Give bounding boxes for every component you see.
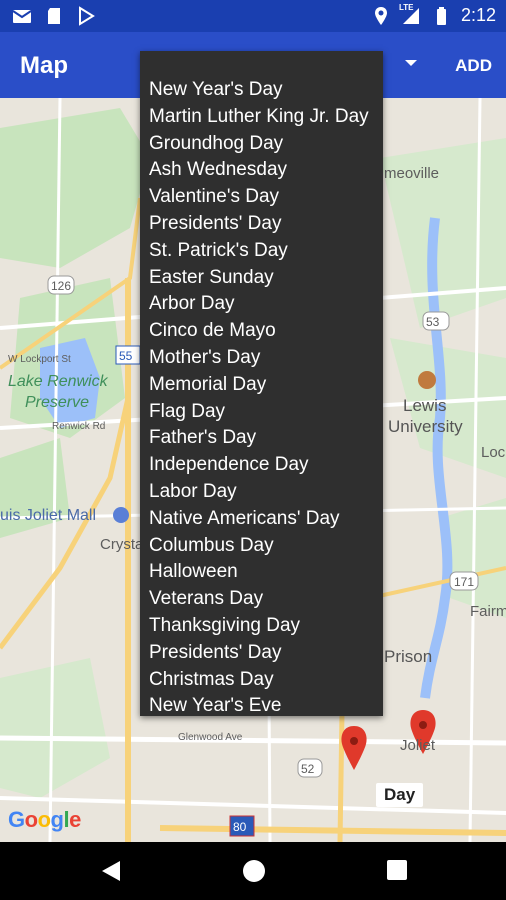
menu-item-holiday[interactable]: Labor Day — [140, 479, 383, 506]
lock-label: Lock — [481, 444, 506, 461]
menu-item-holiday[interactable]: Halloween — [140, 559, 383, 586]
menu-item-holiday[interactable]: Mother's Day — [140, 345, 383, 372]
recents-icon[interactable] — [386, 859, 408, 881]
menu-item-holiday[interactable]: Cinco de Mayo — [140, 318, 383, 345]
network-type-label: LTE — [398, 2, 414, 12]
route-126-label: 126 — [51, 279, 72, 293]
menu-item-holiday[interactable]: Columbus Day — [140, 533, 383, 560]
lake-renwick-label: Lake Renwick — [8, 373, 108, 390]
menu-item-holiday[interactable]: Groundhog Day — [140, 131, 383, 158]
menu-item-holiday[interactable]: Easter Sunday — [140, 265, 383, 292]
preserve-label: Preserve — [25, 394, 90, 411]
meoville-label: meoville — [384, 165, 440, 182]
google-logo: Google — [8, 807, 81, 832]
crysta-label: Crysta — [100, 536, 144, 553]
menu-item-holiday[interactable]: Ash Wednesday — [140, 157, 383, 184]
home-icon[interactable] — [242, 859, 266, 883]
menu-item-holiday[interactable]: New Year's Eve — [140, 693, 383, 720]
holiday-dropdown-menu: New Year's Day Martin Luther King Jr. Da… — [140, 51, 383, 716]
status-bar: LTE 2:12 — [0, 0, 506, 32]
marker-info-window[interactable]: Day — [376, 783, 424, 807]
menu-item-holiday[interactable]: Christmas Day — [140, 667, 383, 694]
street-label-lockport: W Lockport St — [8, 354, 71, 365]
menu-item-holiday[interactable]: Thanksgiving Day — [140, 613, 383, 640]
joliet-label: Joliet — [400, 737, 436, 754]
lewis-label: Lewis — [403, 396, 447, 415]
menu-item-holiday[interactable]: Presidents' Day — [140, 211, 383, 238]
battery-icon — [431, 6, 451, 26]
menu-item-holiday[interactable]: Presidents' Day — [140, 640, 383, 667]
street-label-glenwood: Glenwood Ave — [178, 732, 243, 743]
clock: 2:12 — [460, 5, 496, 25]
system-nav-bar — [0, 842, 506, 900]
gmail-icon — [12, 6, 32, 26]
menu-item-holiday[interactable]: Independence Day — [140, 452, 383, 479]
route-171-label: 171 — [454, 575, 475, 589]
route-52-label: 52 — [301, 762, 315, 776]
location-icon — [371, 6, 391, 26]
route-80-label: 80 — [233, 820, 247, 834]
sd-card-icon — [44, 6, 64, 26]
route-53-label: 53 — [426, 315, 440, 329]
lte-signal-icon: LTE — [398, 2, 421, 26]
menu-item-holiday[interactable]: Father's Day — [140, 425, 383, 452]
joliet-mall-label: uis Joliet Mall — [0, 507, 97, 524]
back-icon[interactable] — [100, 859, 122, 883]
menu-item-holiday[interactable]: Valentine's Day — [140, 184, 383, 211]
menu-item-holiday[interactable]: Flag Day — [140, 399, 383, 426]
app-title: Map — [20, 52, 68, 79]
menu-item-holiday[interactable]: Veterans Day — [140, 586, 383, 613]
menu-item-holiday[interactable]: Memorial Day — [140, 372, 383, 399]
play-store-icon — [76, 6, 96, 26]
menu-item-holiday[interactable]: St. Patrick's Day — [140, 238, 383, 265]
route-55-label: 55 — [119, 349, 133, 363]
menu-item-holiday[interactable]: Arbor Day — [140, 291, 383, 318]
menu-item-holiday[interactable]: Martin Luther King Jr. Day — [140, 104, 383, 131]
university-label: University — [388, 417, 463, 436]
prison-label: Prison — [384, 647, 433, 666]
menu-item-holiday[interactable]: Native Americans' Day — [140, 506, 383, 533]
fairm-label: Fairm — [470, 603, 506, 620]
street-label-renwick: Renwick Rd — [52, 421, 106, 432]
menu-item-holiday[interactable]: New Year's Day — [140, 77, 383, 104]
dropdown-caret-icon[interactable] — [405, 60, 417, 66]
add-button[interactable]: ADD — [455, 56, 492, 76]
